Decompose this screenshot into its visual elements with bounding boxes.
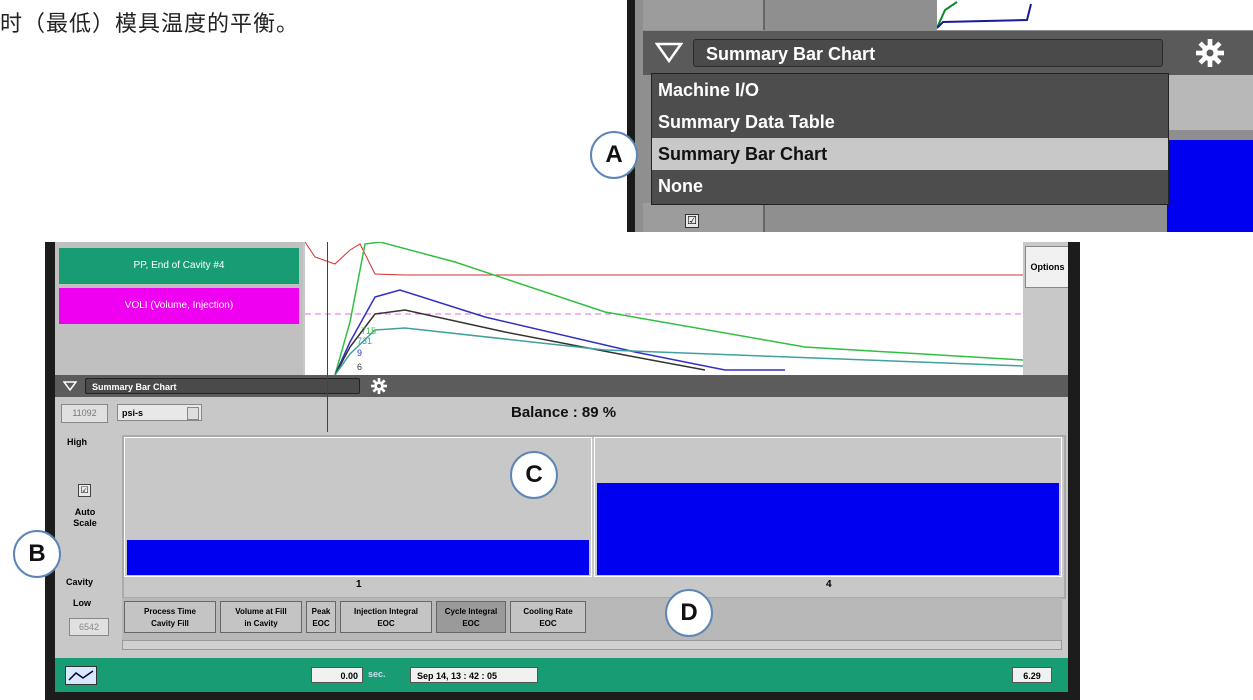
caption-text: 时（最低）模具温度的平衡。 — [0, 12, 300, 37]
metric-tab[interactable]: Volume at Fill in Cavity — [220, 601, 302, 633]
view-select[interactable]: Summary Bar Chart — [693, 39, 1163, 67]
cursor-time-value: 0.00 — [311, 667, 363, 683]
menu-item-summary-bar-chart[interactable]: Summary Bar Chart — [652, 138, 1168, 170]
metric-tab[interactable]: Injection Integral EOC — [340, 601, 432, 633]
dropdown-triangle-icon[interactable] — [63, 381, 77, 391]
chart-controls-row: 11092 psi-s Balance : 89 % — [55, 397, 1068, 433]
bar-cavity-4[interactable] — [597, 483, 1059, 575]
metric-tab[interactable]: Peak EOC — [306, 601, 336, 633]
cavity-number-label: 1 — [356, 579, 362, 590]
chevron-down-icon[interactable] — [187, 407, 199, 420]
tab-scrollbar[interactable] — [122, 640, 1062, 650]
panel-edge — [627, 0, 635, 232]
inset-checkbox[interactable]: ☑ — [685, 214, 699, 228]
menu-item-none[interactable]: None — [652, 170, 1168, 202]
metric-tab-label: Volume at Fill — [235, 607, 287, 616]
inset-label-column — [643, 0, 765, 30]
metric-tab[interactable]: Process Time Cavity Fill — [124, 601, 216, 633]
low-label: Low — [73, 598, 91, 608]
view-selector-bar: Summary Bar Chart — [643, 31, 1253, 75]
inset-graph-lines — [934, 0, 1032, 30]
process-graph: 715 731 9 6 — [304, 242, 1024, 376]
metric-tab-row: Process Time Cavity Fill Volume at Fill in … — [122, 598, 1062, 640]
callout-c: C — [510, 451, 558, 499]
metric-tab-sublabel: EOC — [539, 619, 557, 628]
gear-icon[interactable] — [371, 378, 387, 394]
cursor-time-unit: sec. — [368, 669, 386, 679]
unit-select-value: psi-s — [122, 408, 144, 418]
inset-lower-column — [643, 203, 765, 232]
inset-graph-area — [934, 0, 1253, 30]
cavity-number-label: 4 — [826, 579, 832, 590]
process-graph-curves: 715 731 9 6 — [304, 242, 1024, 376]
dropdown-inset: Summary Bar Chart ☑ Machine I/O Summary … — [627, 0, 1253, 232]
menu-item-machine-io[interactable]: Machine I/O — [652, 74, 1168, 106]
metric-tab-sublabel: Cavity Fill — [151, 619, 189, 628]
metric-tab-label: Injection Integral — [353, 607, 418, 616]
graph-value-9: 9 — [357, 348, 362, 358]
auto-scale-checkbox[interactable]: ☑ — [78, 484, 91, 497]
metric-tab-label: Cooling Rate — [523, 607, 573, 616]
metric-tab-sublabel: EOC — [462, 619, 480, 628]
status-bar: 0.00 sec. Sep 14, 13 : 42 : 05 6.29 — [55, 658, 1068, 692]
sensor-label-list: PP, End of Cavity #4 VOLI (Volume, Injec… — [55, 242, 303, 375]
metric-tab-label: Process Time — [144, 607, 196, 616]
graph-value-715: 715 — [361, 326, 376, 336]
bar-cell-cavity-4 — [594, 437, 1062, 577]
sensor-label-pp[interactable]: PP, End of Cavity #4 — [59, 248, 299, 284]
metric-tab-sublabel: in Cavity — [244, 619, 278, 628]
inset-bar — [1167, 140, 1253, 232]
graph-value-731: 731 — [357, 336, 372, 346]
chart-view-bar: Summary Bar Chart — [55, 375, 1068, 397]
metric-tab[interactable]: Cycle Integral EOC — [436, 601, 506, 633]
options-button[interactable]: Options — [1025, 246, 1068, 288]
metric-tab-sublabel: EOC — [312, 619, 330, 628]
callout-b: B — [13, 530, 61, 578]
chart-view-select[interactable]: Summary Bar Chart — [85, 378, 360, 394]
cycle-timestamp: Sep 14, 13 : 42 : 05 — [410, 667, 538, 683]
callout-d: D — [665, 589, 713, 637]
menu-item-summary-data-table[interactable]: Summary Data Table — [652, 106, 1168, 138]
balance-readout: Balance : 89 % — [511, 404, 616, 421]
bar-cavity-1[interactable] — [127, 540, 589, 575]
auto-scale-label: Auto Scale — [73, 507, 97, 528]
unit-select[interactable]: psi-s — [117, 404, 202, 421]
graph-icon-glyph — [68, 670, 94, 681]
balance-value: 89 % — [581, 404, 617, 421]
metric-tab-label: Cycle Integral — [444, 607, 498, 616]
high-label: High — [67, 437, 87, 447]
metric-tab-sublabel: EOC — [377, 619, 395, 628]
balance-label: Balance : — [511, 404, 578, 421]
graph-value-6: 6 — [357, 362, 362, 372]
sensor-label-voli[interactable]: VOLI (Volume, Injection) — [59, 288, 299, 324]
inset-chart-background — [1167, 75, 1253, 130]
view-dropdown-menu: Machine I/O Summary Data Table Summary B… — [651, 73, 1169, 205]
low-scale-input[interactable]: 6542 — [69, 618, 109, 636]
callout-a: A — [590, 131, 638, 179]
gear-icon[interactable] — [1196, 39, 1224, 67]
summary-bar-chart: 14 — [122, 435, 1066, 599]
cycle-time-value: 6.29 — [1012, 667, 1052, 683]
main-panel: PP, End of Cavity #4 VOLI (Volume, Injec… — [45, 242, 1080, 700]
metric-tab[interactable]: Cooling Rate EOC — [510, 601, 586, 633]
dropdown-triangle-icon[interactable] — [655, 41, 683, 65]
cavity-label: Cavity — [66, 577, 94, 587]
high-scale-input[interactable]: 11092 — [61, 404, 108, 423]
graph-icon[interactable] — [65, 666, 97, 685]
metric-tab-label: Peak — [311, 607, 331, 616]
